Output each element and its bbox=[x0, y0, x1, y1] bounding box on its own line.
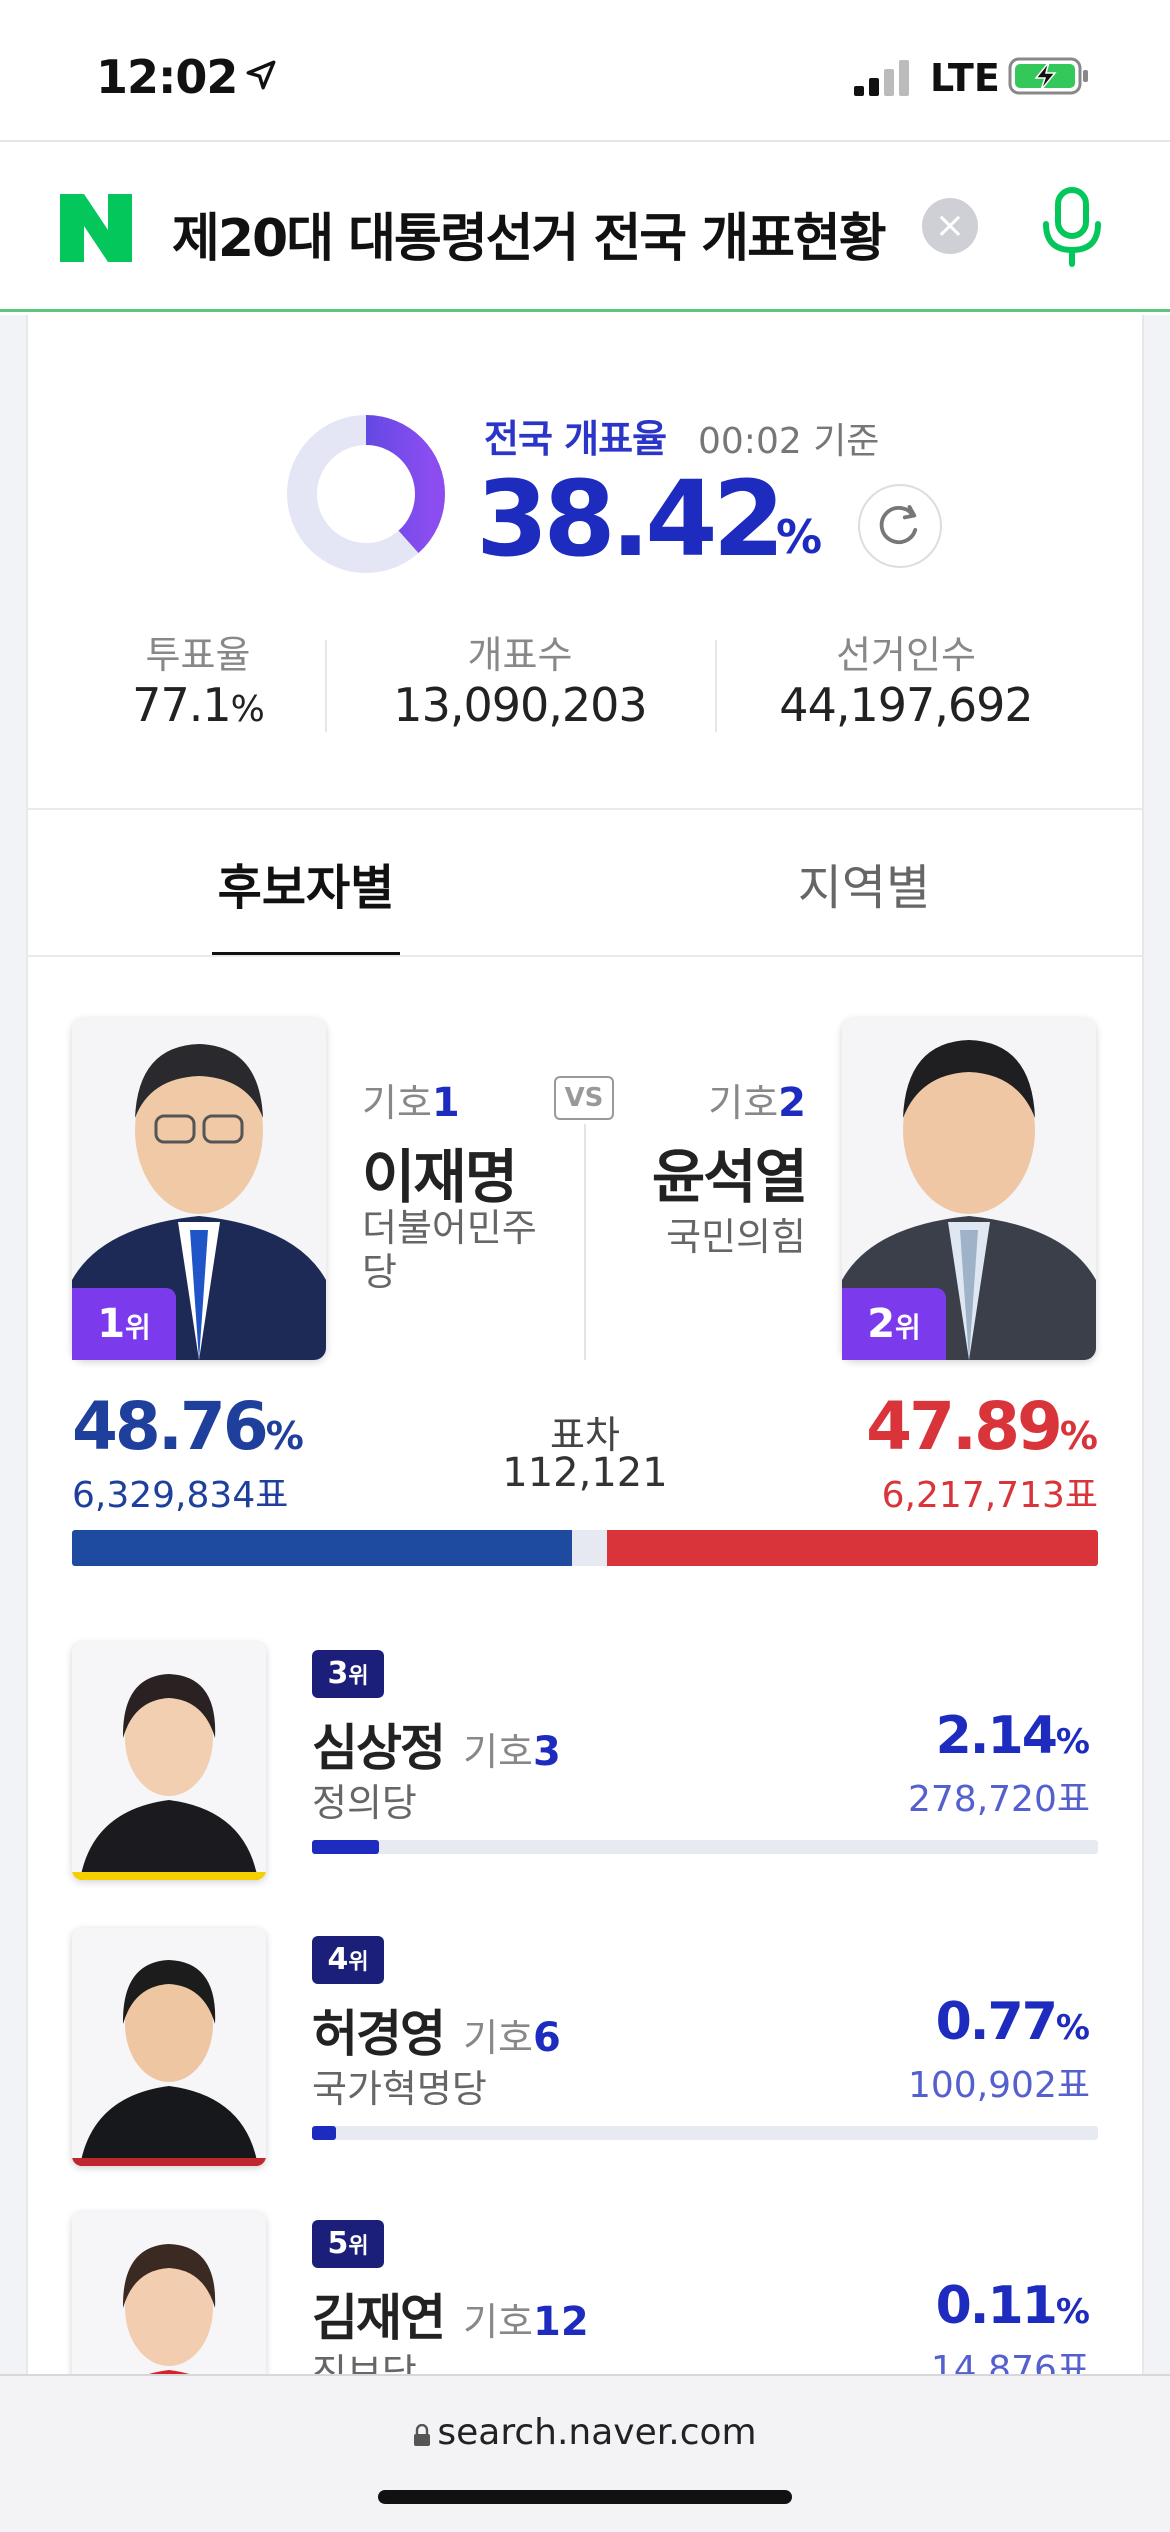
vote-share-bar bbox=[312, 2126, 1098, 2140]
vote-share-fill bbox=[312, 2126, 337, 2140]
vote-share-fill bbox=[312, 1840, 380, 1854]
count-rate-value: 38.42 bbox=[476, 458, 785, 580]
vs-divider bbox=[584, 1124, 586, 1360]
turnout-label: 투표율 bbox=[145, 633, 251, 677]
candidate-1-number: 기호1 bbox=[362, 1080, 460, 1126]
candidate-percent: 0.11% bbox=[935, 2276, 1090, 2336]
vote-share-bar bbox=[312, 1840, 1098, 1854]
section-divider bbox=[28, 955, 1142, 957]
url-field[interactable]: search.naver.com bbox=[0, 2412, 1170, 2453]
rank-badge: 5위 bbox=[312, 2220, 384, 2268]
candidate-percent: 0.77% bbox=[935, 1992, 1090, 2052]
candidate-portrait-icon bbox=[72, 1642, 266, 1880]
candidate-name: 심상정 bbox=[312, 1719, 446, 1777]
candidate-number-label: 기호 bbox=[463, 2300, 534, 2344]
section-divider bbox=[28, 808, 1142, 810]
naver-logo-icon[interactable] bbox=[60, 194, 132, 262]
microphone-icon[interactable] bbox=[1040, 186, 1104, 268]
candidate-2-votes: 6,217,713표 bbox=[881, 1475, 1098, 1516]
counted-label: 개표수 bbox=[467, 633, 573, 677]
candidate-votes: 278,720표 bbox=[908, 1779, 1090, 1820]
rank-badge: 1위 bbox=[72, 1288, 176, 1360]
candidate-photo[interactable] bbox=[72, 1642, 266, 1880]
vote-compare-bar bbox=[72, 1530, 1098, 1566]
candidate-party: 국가혁명당 bbox=[312, 2067, 487, 2111]
count-rate-ring bbox=[287, 415, 445, 573]
count-rate-time: 00:02 기준 bbox=[698, 421, 880, 462]
home-indicator bbox=[378, 2490, 792, 2504]
refresh-button[interactable] bbox=[858, 484, 942, 568]
candidate-party: 정의당 bbox=[312, 1781, 417, 1825]
candidate-number-label: 기호 bbox=[463, 1730, 534, 1774]
turnout-value: 77.1% bbox=[132, 678, 265, 732]
location-arrow-icon bbox=[246, 60, 276, 90]
refresh-icon bbox=[879, 505, 918, 544]
candidate-portrait-icon bbox=[72, 1928, 266, 2166]
candidate-1-name: 이재명 bbox=[362, 1143, 518, 1211]
candidate-1-percent: 48.76% bbox=[72, 1388, 304, 1465]
tab-candidates[interactable]: 후보자별 bbox=[166, 848, 446, 918]
stat-divider bbox=[325, 640, 327, 732]
rank-badge: 3위 bbox=[312, 1650, 384, 1698]
candidate-2-party: 국민의힘 bbox=[666, 1215, 806, 1259]
candidate-votes: 100,902표 bbox=[908, 2065, 1090, 2106]
candidate-2-name: 윤석열 bbox=[651, 1143, 808, 1211]
network-type: LTE bbox=[930, 56, 1000, 100]
candidate-photo[interactable] bbox=[72, 1928, 266, 2166]
vote-gap-value: 112,121 bbox=[502, 1450, 668, 1496]
electorate-label: 선거인수 bbox=[836, 633, 976, 677]
counted-value: 13,090,203 bbox=[393, 678, 647, 732]
candidate-name-row: 허경영 기호6 bbox=[312, 1994, 561, 2066]
stat-divider bbox=[715, 640, 717, 732]
browser-bottom-bar bbox=[0, 2374, 1170, 2532]
count-rate-unit: % bbox=[776, 510, 823, 564]
rank-badge: 4위 bbox=[312, 1936, 384, 1984]
candidate-1-party: 더불어민주당 bbox=[362, 1206, 537, 1294]
candidate-2-bar bbox=[606, 1530, 1098, 1566]
candidate-percent: 2.14% bbox=[935, 1706, 1090, 1766]
party-color-stripe bbox=[72, 1872, 266, 1880]
candidate-name: 김재연 bbox=[312, 2289, 446, 2347]
candidate-1-votes: 6,329,834표 bbox=[72, 1475, 289, 1516]
count-rate-label: 전국 개표율 bbox=[484, 417, 667, 461]
battery-charging-icon bbox=[1008, 57, 1088, 95]
candidate-2-percent: 47.89% bbox=[866, 1388, 1098, 1465]
signal-icon bbox=[854, 60, 909, 96]
candidate-number: 6 bbox=[533, 2015, 561, 2061]
tab-regions[interactable]: 지역별 bbox=[724, 848, 1004, 918]
candidate-number: 12 bbox=[533, 2299, 589, 2345]
candidate-number-label: 기호 bbox=[463, 2016, 534, 2060]
search-input[interactable]: 제20대 대통령선거 전국 개표현황 bbox=[172, 196, 892, 266]
clear-search-button[interactable]: × bbox=[922, 198, 978, 254]
rank-badge: 2위 bbox=[842, 1288, 946, 1360]
candidate-name-row: 심상정 기호3 bbox=[312, 1708, 561, 1780]
electorate-value: 44,197,692 bbox=[779, 678, 1033, 732]
candidate-name: 허경영 bbox=[312, 2005, 446, 2063]
candidate-number: 3 bbox=[533, 1729, 561, 1775]
party-color-stripe bbox=[72, 2158, 266, 2166]
candidate-1-bar bbox=[72, 1530, 573, 1566]
candidate-2-number: 기호2 bbox=[708, 1080, 806, 1126]
candidate-name-row: 김재연 기호12 bbox=[312, 2278, 589, 2350]
status-time: 12:02 bbox=[96, 50, 238, 104]
lock-icon bbox=[413, 2414, 431, 2446]
